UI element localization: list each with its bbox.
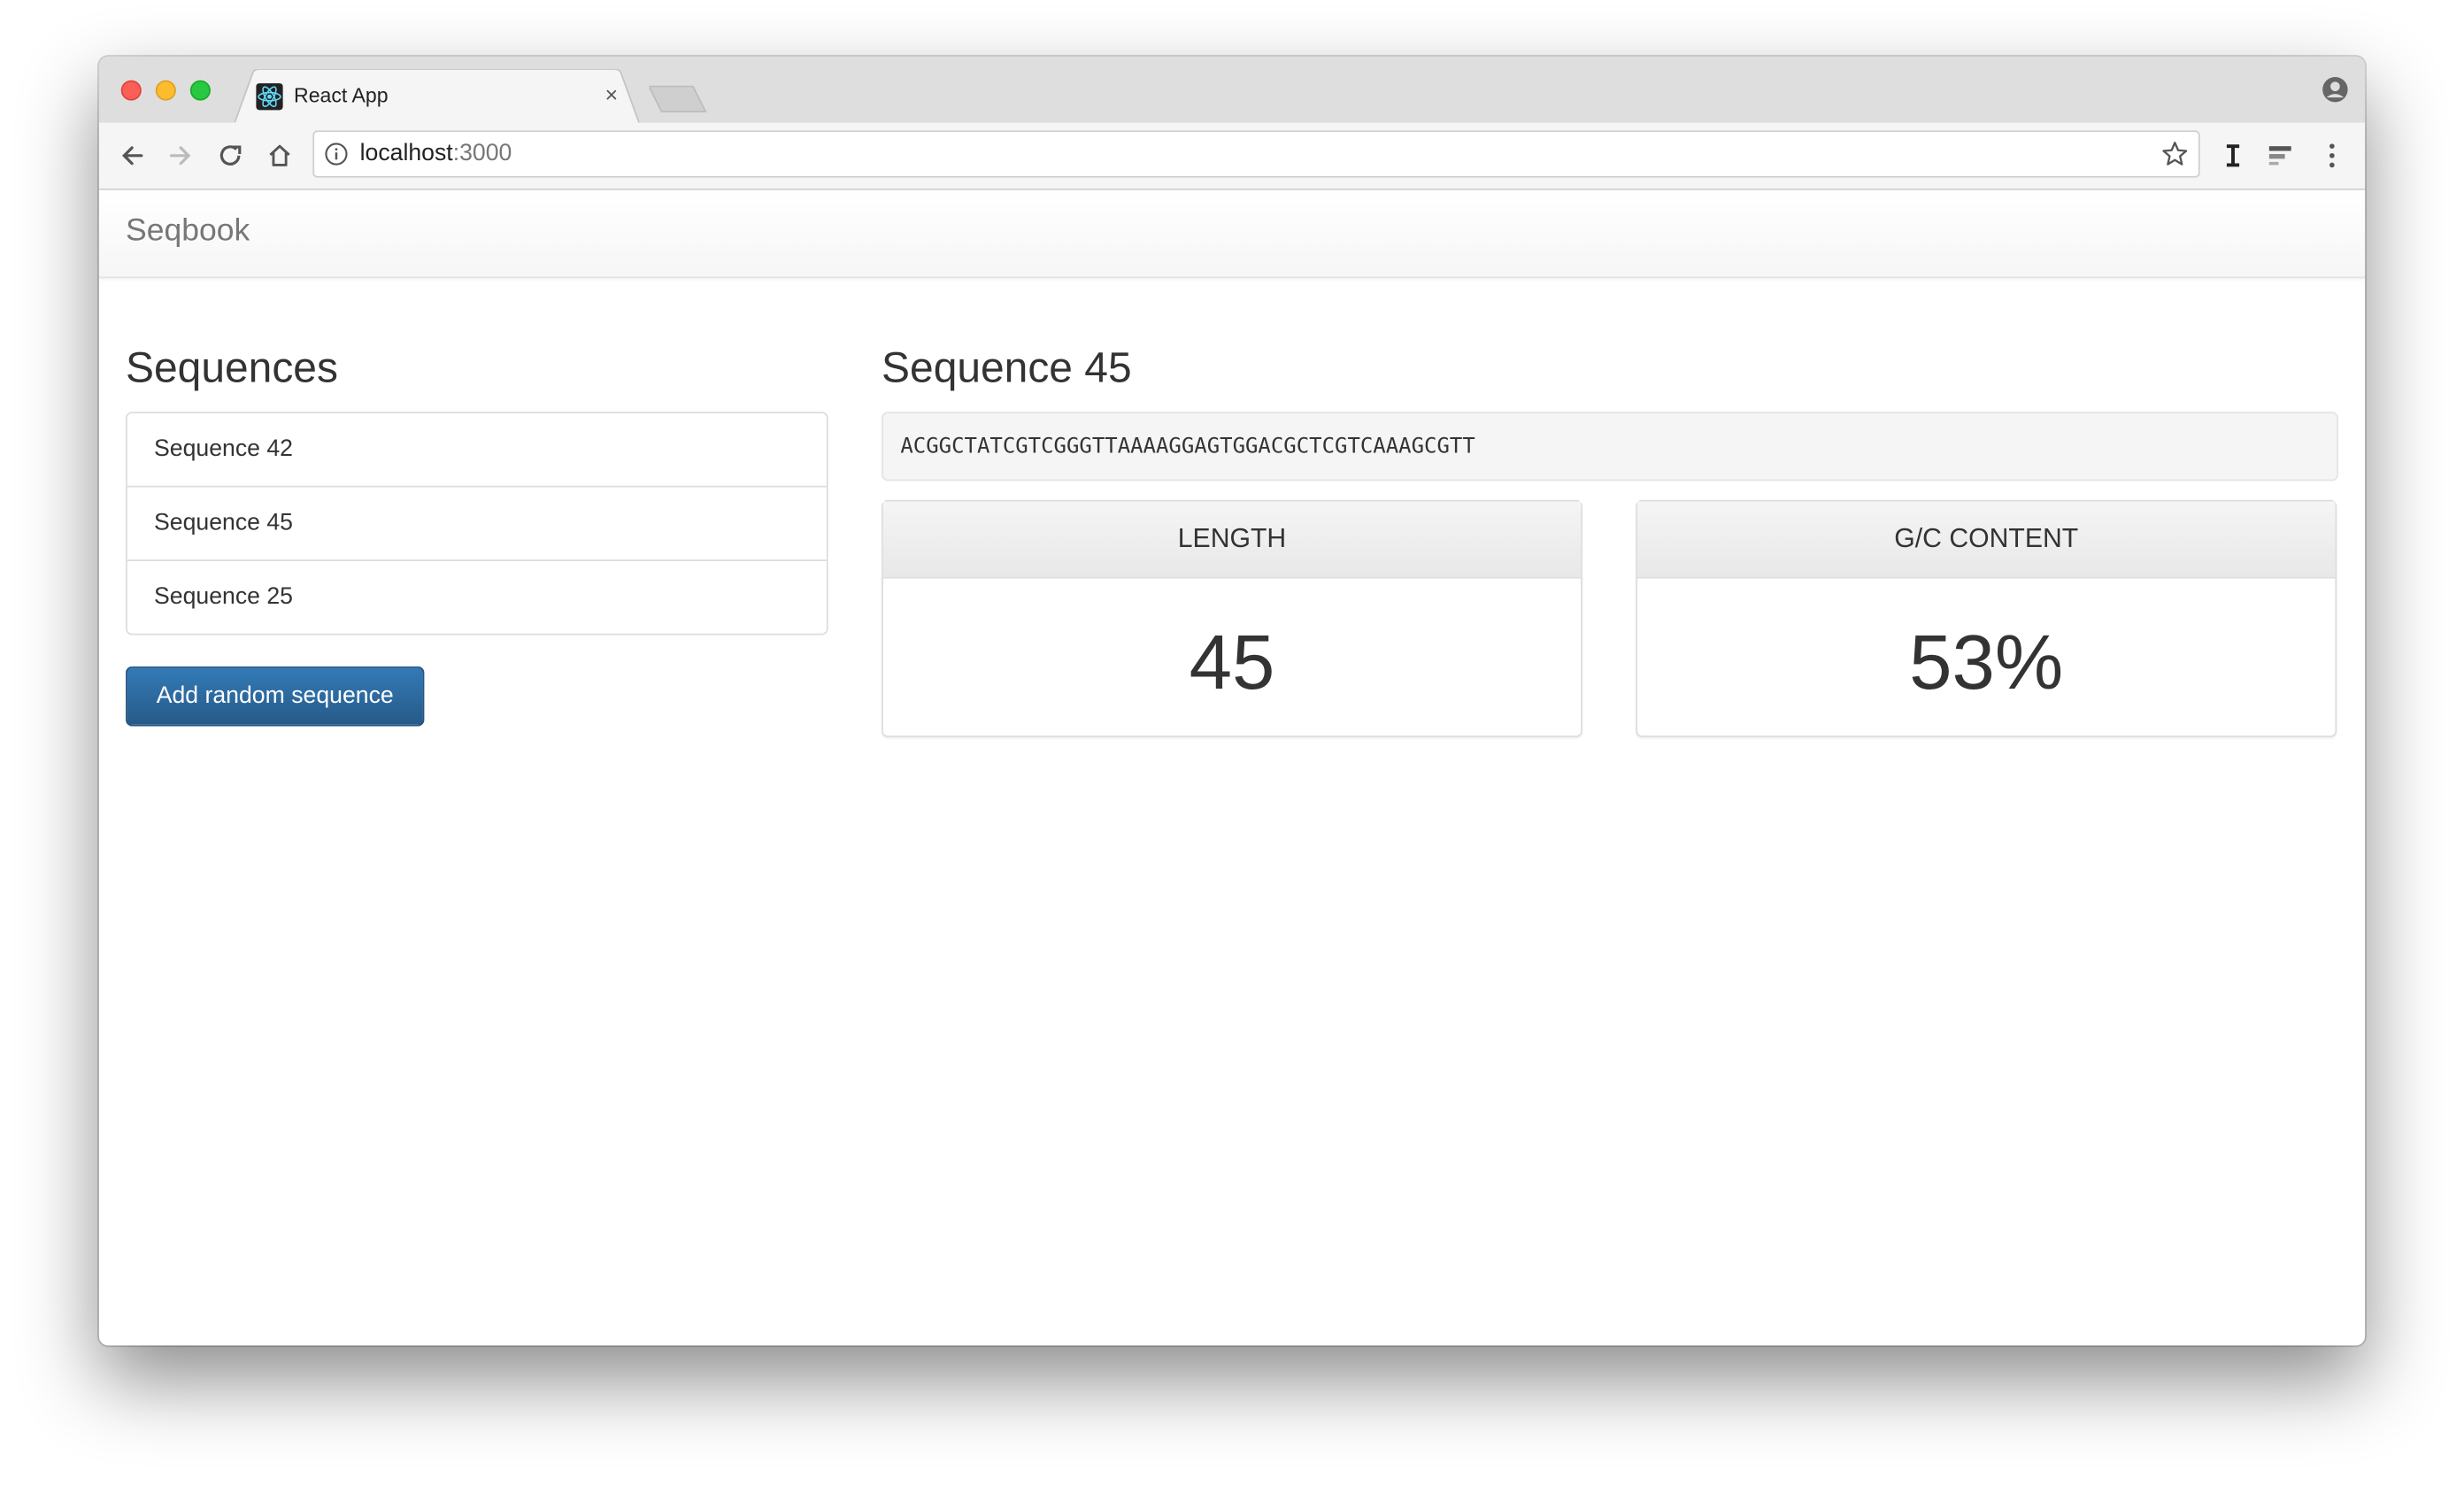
forward-icon[interactable] [165, 140, 196, 172]
address-bar[interactable]: localhost:3000 [312, 130, 2200, 178]
tab-title: React App [294, 83, 389, 107]
tab-react-app[interactable]: React App × [234, 69, 640, 125]
sequence-list: Sequence 42 Sequence 45 Sequence 25 [126, 412, 828, 636]
url-text: localhost:3000 [360, 140, 512, 166]
zoom-window-button[interactable] [189, 80, 211, 101]
app-navbar: Seqbook [98, 189, 2366, 279]
new-tab-button[interactable] [649, 85, 708, 113]
minimize-window-button[interactable] [155, 80, 176, 101]
profile-icon[interactable] [2321, 75, 2349, 104]
page-content: Seqbook Sequences Sequence 42 Sequence 4… [98, 189, 2366, 1346]
length-value: 45 [1189, 620, 1275, 706]
more-vert-icon[interactable] [2321, 142, 2343, 170]
home-icon[interactable] [264, 140, 296, 172]
screenshot-stage: React App × localhost:3000 Seqbook Seque… [0, 0, 2464, 1487]
gc-content-panel: G/C CONTENT 53% [1636, 499, 2337, 737]
extension-menu-icon[interactable] [2268, 142, 2296, 170]
react-logo-icon [256, 83, 283, 111]
sequences-heading: Sequences [126, 343, 338, 392]
extension-cursor-icon[interactable] [2222, 142, 2245, 170]
browser-toolbar: localhost:3000 [98, 122, 2366, 190]
list-item-sequence[interactable]: Sequence 25 [127, 561, 827, 634]
length-panel: LENGTH 45 [882, 499, 1582, 737]
reload-icon[interactable] [215, 140, 247, 172]
close-window-button[interactable] [120, 80, 142, 101]
tab-strip: React App × [98, 56, 2366, 125]
tab-close-icon[interactable]: × [605, 81, 619, 106]
url-host: localhost [359, 140, 453, 167]
browser-window: React App × localhost:3000 Seqbook Seque… [98, 56, 2366, 1346]
add-random-sequence-button[interactable]: Add random sequence [126, 666, 425, 727]
list-item-sequence[interactable]: Sequence 45 [127, 488, 827, 561]
info-icon[interactable] [324, 142, 349, 166]
gc-content-value: 53% [1909, 620, 2064, 706]
back-icon[interactable] [116, 140, 148, 172]
gc-content-panel-header: G/C CONTENT [1637, 501, 2336, 579]
dna-sequence-display: ACGGCTATCGTCGGGTTAAAAGGAGTGGACGCTCGTCAAA… [882, 412, 2338, 482]
list-item-sequence[interactable]: Sequence 42 [127, 413, 827, 488]
bookmark-star-icon[interactable] [2160, 140, 2189, 168]
length-panel-header: LENGTH [882, 501, 1582, 579]
brand-link[interactable]: Seqbook [126, 214, 250, 250]
url-port: :3000 [452, 140, 512, 167]
sequence-detail-title: Sequence 45 [882, 343, 1132, 392]
